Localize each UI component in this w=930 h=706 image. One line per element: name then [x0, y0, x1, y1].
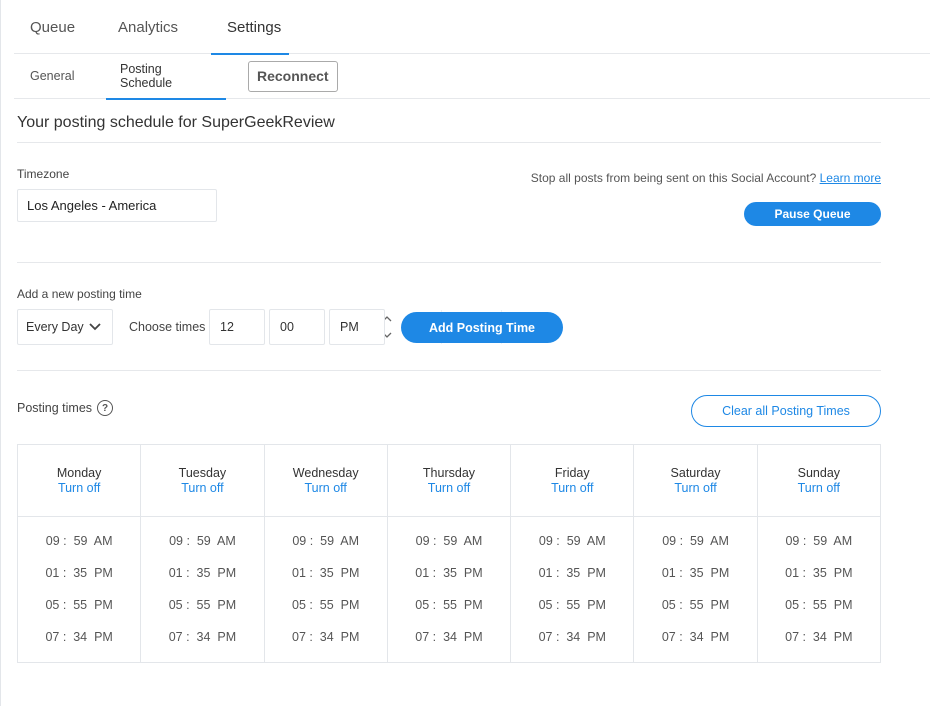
day-header: Friday Turn off — [511, 445, 634, 517]
hour-stepper[interactable] — [209, 309, 392, 345]
posting-time[interactable]: 07 : 34 PM — [169, 630, 236, 662]
clear-all-posting-times-button[interactable]: Clear all Posting Times — [691, 395, 881, 427]
subtab-posting-schedule[interactable]: Posting Schedule — [106, 54, 226, 100]
time-list: 09 : 59 AM 01 : 35 PM 05 : 55 PM 07 : 34 PM — [141, 517, 263, 662]
minute-stepper[interactable] — [269, 309, 452, 345]
day-name: Thursday — [422, 465, 476, 480]
posting-time[interactable]: 09 : 59 AM — [785, 534, 852, 566]
posting-time[interactable]: 09 : 59 AM — [662, 534, 729, 566]
tab-queue[interactable]: Queue — [14, 0, 102, 54]
turn-off-link[interactable]: Turn off — [798, 481, 840, 496]
posting-time[interactable]: 01 : 35 PM — [415, 566, 482, 598]
day-header: Thursday Turn off — [387, 445, 511, 517]
reconnect-button[interactable]: Reconnect — [248, 60, 338, 92]
turn-off-link[interactable]: Turn off — [181, 481, 223, 496]
pause-text: Stop all posts from being sent on this S… — [530, 171, 817, 185]
day-name: Tuesday — [178, 465, 227, 480]
meridiem-stepper[interactable] — [329, 309, 512, 345]
posting-time[interactable]: 05 : 55 PM — [539, 598, 606, 630]
day-header: Monday Turn off — [18, 445, 141, 517]
day-column-wednesday: Wednesday Turn off 09 : 59 AM 01 : 35 PM 05 … — [264, 445, 388, 662]
add-posting-time-button[interactable]: Add Posting Time — [401, 312, 563, 343]
posting-time[interactable]: 05 : 55 PM — [292, 598, 359, 630]
day-column-tuesday: Tuesday Turn off 09 : 59 AM 01 : 35 PM 05 : … — [141, 445, 265, 662]
time-list: 09 : 59 AM 01 : 35 PM 05 : 55 PM 07 : 34 PM — [511, 517, 633, 662]
frequency-select[interactable]: Every Day — [17, 309, 113, 345]
pause-queue-button[interactable]: Pause Queue — [744, 202, 881, 226]
posting-time[interactable]: 09 : 59 AM — [539, 534, 606, 566]
day-header: Wednesday Turn off — [264, 445, 387, 517]
posting-time[interactable]: 05 : 55 PM — [662, 598, 729, 630]
timezone-label: Timezone — [17, 167, 70, 181]
posting-time[interactable]: 07 : 34 PM — [539, 630, 606, 662]
posting-time[interactable]: 09 : 59 AM — [292, 534, 359, 566]
page-title: Your posting schedule for SuperGeekRevie… — [17, 114, 335, 131]
day-header: Tuesday Turn off — [141, 445, 264, 517]
turn-off-link[interactable]: Turn off — [305, 481, 347, 496]
choose-times-label: Choose times — [129, 320, 206, 334]
add-posting-time-label: Add a new posting time — [17, 287, 142, 301]
day-column-saturday: Saturday Turn off 09 : 59 AM 01 : 35 PM 05 :… — [634, 445, 758, 662]
timezone-input[interactable] — [17, 189, 217, 222]
posting-time[interactable]: 01 : 35 PM — [785, 566, 852, 598]
posting-time[interactable]: 01 : 35 PM — [539, 566, 606, 598]
day-column-monday: Monday Turn off 09 : 59 AM 01 : 35 PM 05 : 5… — [18, 445, 142, 662]
posting-time[interactable]: 01 : 35 PM — [169, 566, 236, 598]
turn-off-link[interactable]: Turn off — [428, 481, 470, 496]
day-name: Saturday — [670, 465, 721, 480]
day-name: Wednesday — [292, 465, 359, 480]
chevron-down-icon — [88, 320, 102, 337]
time-list: 09 : 59 AM 01 : 35 PM 05 : 55 PM 07 : 34 PM — [18, 517, 140, 662]
posting-time[interactable]: 07 : 34 PM — [662, 630, 729, 662]
posting-time[interactable]: 09 : 59 AM — [169, 534, 236, 566]
left-border — [0, 0, 1, 706]
posting-time[interactable]: 09 : 59 AM — [416, 534, 483, 566]
divider — [17, 142, 881, 143]
frequency-value: Every Day — [26, 320, 84, 334]
day-column-sunday: Sunday Turn off 09 : 59 AM 01 : 35 PM 05 : 5… — [757, 445, 880, 662]
turn-off-link[interactable]: Turn off — [551, 481, 593, 496]
posting-times-heading: Posting times ? — [17, 400, 114, 416]
turn-off-link[interactable]: Turn off — [58, 481, 100, 496]
time-list: 09 : 59 AM 01 : 35 PM 05 : 55 PM 07 : 34 PM — [265, 517, 387, 662]
top-tabs: Queue Analytics Settings — [14, 0, 930, 55]
posting-time[interactable]: 07 : 34 PM — [785, 630, 852, 662]
tab-settings[interactable]: Settings — [211, 0, 289, 55]
posting-time[interactable]: 07 : 34 PM — [45, 630, 112, 662]
time-list: 09 : 59 AM 01 : 35 PM 05 : 55 PM 07 : 34 PM — [634, 517, 756, 662]
posting-times-label: Posting times — [17, 401, 93, 415]
posting-time[interactable]: 01 : 35 PM — [292, 566, 359, 598]
time-list: 09 : 59 AM 01 : 35 PM 05 : 55 PM 07 : 34 PM — [758, 517, 880, 662]
posting-time[interactable]: 05 : 55 PM — [45, 598, 112, 630]
subtab-general[interactable]: General — [14, 54, 106, 99]
divider — [17, 262, 881, 263]
tab-analytics[interactable]: Analytics — [102, 0, 211, 54]
posting-time[interactable]: 07 : 34 PM — [415, 630, 482, 662]
day-name: Monday — [56, 465, 102, 480]
pause-description: Stop all posts from being sent on this S… — [531, 171, 881, 185]
divider — [17, 370, 881, 371]
day-header: Sunday Turn off — [757, 445, 880, 517]
day-name: Friday — [554, 465, 590, 480]
posting-time[interactable]: 05 : 55 PM — [785, 598, 852, 630]
posting-time[interactable]: 05 : 55 PM — [169, 598, 236, 630]
learn-more-link[interactable]: Learn more — [820, 171, 881, 185]
time-list: 09 : 59 AM 01 : 35 PM 05 : 55 PM 07 : 34 PM — [388, 517, 510, 662]
day-header: Saturday Turn off — [634, 445, 757, 517]
posting-time[interactable]: 01 : 35 PM — [662, 566, 729, 598]
posting-time[interactable]: 09 : 59 AM — [46, 534, 113, 566]
posting-time[interactable]: 05 : 55 PM — [415, 598, 482, 630]
day-name: Sunday — [797, 465, 841, 480]
day-column-thursday: Thursday Turn off 09 : 59 AM 01 : 35 PM 05 :… — [387, 445, 512, 662]
posting-time[interactable]: 01 : 35 PM — [45, 566, 112, 598]
turn-off-link[interactable]: Turn off — [674, 481, 716, 496]
sub-tabs: General Posting Schedule Reconnect — [14, 54, 930, 100]
posting-times-grid: Monday Turn off 09 : 59 AM 01 : 35 PM 05 : 5… — [17, 444, 881, 663]
day-column-friday: Friday Turn off 09 : 59 AM 01 : 35 PM 05 : 5… — [511, 445, 635, 662]
posting-time[interactable]: 07 : 34 PM — [292, 630, 359, 662]
question-circle-icon[interactable]: ? — [97, 400, 114, 416]
